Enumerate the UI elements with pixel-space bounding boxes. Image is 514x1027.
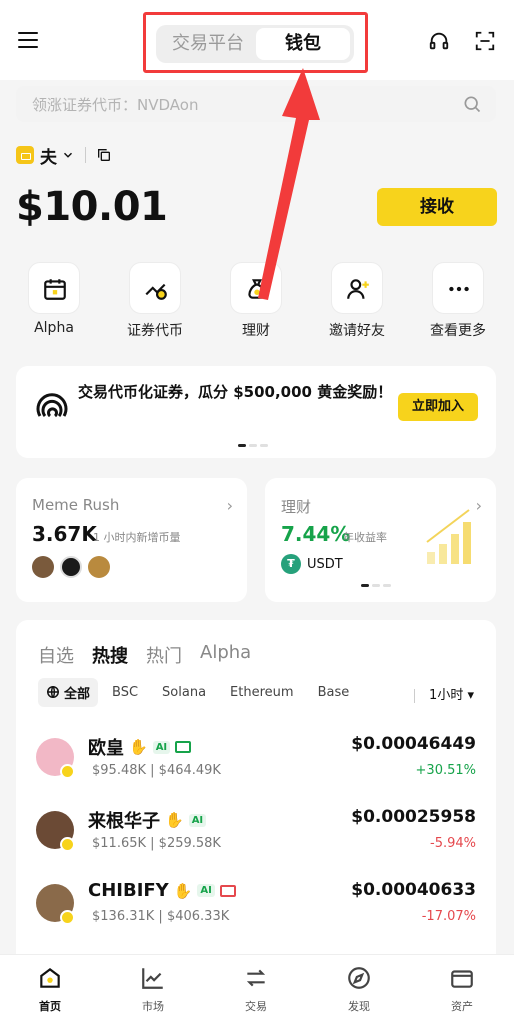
usdt-icon: ₮ — [281, 554, 301, 574]
quick-action-label: 邀请好友 — [329, 323, 385, 339]
promo-logo-icon — [36, 393, 68, 418]
token-mcap: $11.65K — [92, 836, 147, 851]
nav-label: 发现 — [348, 1000, 370, 1013]
chain-all[interactable]: 全部 — [38, 677, 99, 707]
ai-tag: AI — [197, 884, 215, 897]
nav-label: 首页 — [39, 1000, 61, 1013]
meme-rush-card[interactable]: Meme Rush › 3.67K 1 小时内新增币量 — [16, 478, 247, 602]
timeframe-value: 1小时 — [429, 688, 464, 703]
annotation-arrow — [258, 68, 320, 300]
nav-assets[interactable]: 资产 — [422, 965, 502, 1014]
earn-card[interactable]: 理财 › 7.44% 年收益率 ₮ USDT — [265, 478, 496, 602]
card-title: 理财 — [281, 498, 312, 516]
home-icon — [40, 967, 60, 988]
carousel-dots — [238, 444, 268, 447]
nav-home[interactable]: 首页 — [10, 965, 90, 1014]
token-row[interactable]: 欧皇 ✋ AI $95.48K | $464.49K $0.00046449 +30… — [16, 730, 496, 790]
card-value: 3.67K — [32, 522, 97, 546]
market-icon — [142, 968, 163, 989]
tab-favorites[interactable]: 自选 — [38, 642, 74, 668]
token-row[interactable]: 来根华子 ✋ AI $11.65K | $259.58K $0.00025958 -… — [16, 803, 496, 863]
wallet-icon — [451, 970, 473, 988]
hand-icon: ✋ — [165, 811, 184, 829]
chain-filter: 全部 BSC Solana Ethereum Base — [38, 677, 373, 707]
chevron-right-icon: › — [226, 496, 233, 515]
token-name: 欧皇 — [88, 738, 124, 759]
caret-down-icon: ▾ — [467, 688, 474, 703]
globe-icon — [47, 686, 59, 698]
token-row[interactable]: CHIBIFY ✋ AI $136.31K | $406.33K $0.000406… — [16, 876, 496, 936]
quick-action-label: 理财 — [242, 323, 270, 339]
tab-hot[interactable]: 热门 — [146, 642, 182, 668]
quick-action-label: Alpha — [34, 320, 74, 336]
carousel-dots — [361, 584, 391, 587]
quick-action-label: 查看更多 — [430, 323, 486, 339]
promo-banner[interactable]: 交易代币化证券，瓜分 $500,000 黄金奖励！ 立即加入 — [16, 366, 496, 458]
card-title: Meme Rush — [32, 496, 120, 514]
token-price: $0.00046449 — [351, 734, 476, 754]
chain-base[interactable]: Base — [318, 685, 350, 700]
timeframe-select[interactable]: 1小时 ▾ — [414, 684, 474, 703]
join-now-button[interactable]: 立即加入 — [398, 393, 478, 421]
card-subtitle: 年收益率 — [343, 531, 387, 544]
hand-icon: ✋ — [173, 881, 193, 900]
chain-ethereum[interactable]: Ethereum — [230, 685, 294, 700]
quick-action-label: 证券代币 — [127, 323, 183, 339]
nav-label: 资产 — [451, 1000, 473, 1013]
nav-discover[interactable]: 发现 — [319, 965, 399, 1014]
token-change: +30.51% — [415, 763, 476, 778]
trade-icon — [246, 969, 266, 987]
earn-token-name: USDT — [307, 556, 343, 572]
token-volume: $464.49K — [158, 763, 221, 778]
nav-market[interactable]: 市场 — [113, 965, 193, 1014]
token-mcap: $136.31K — [92, 909, 155, 924]
nav-trade[interactable]: 交易 — [216, 965, 296, 1014]
ai-tag: AI — [188, 813, 207, 827]
nav-label: 交易 — [245, 1000, 267, 1013]
bnb-badge-icon — [60, 910, 75, 925]
card-icon — [175, 741, 192, 753]
chain-bsc[interactable]: BSC — [112, 685, 138, 700]
nav-label: 市场 — [142, 1000, 164, 1013]
bottom-nav: 首页 市场 交易 发现 资产 — [0, 954, 514, 1027]
token-change: -5.94% — [430, 836, 476, 851]
card-subtitle: 1 小时内新增币量 — [93, 531, 181, 544]
token-price: $0.00025958 — [351, 807, 476, 827]
card-value: 7.44% — [281, 522, 351, 546]
tab-alpha[interactable]: Alpha — [200, 642, 251, 668]
token-price: $0.00040633 — [351, 880, 476, 900]
chain-solana[interactable]: Solana — [162, 685, 206, 700]
token-avatars — [32, 556, 110, 578]
ai-tag: AI — [152, 740, 171, 754]
token-avatar — [88, 556, 110, 578]
token-avatar — [60, 556, 82, 578]
bnb-badge-icon — [60, 764, 75, 779]
token-avatar — [32, 556, 54, 578]
bnb-badge-icon — [60, 837, 75, 852]
promo-text: 交易代币化证券，瓜分 $500,000 黄金奖励！ — [78, 383, 393, 401]
earn-token: ₮ USDT — [281, 554, 343, 574]
market-panel: 自选 热搜 热门 Alpha 全部 BSC Solana Ethereum Ba… — [16, 620, 496, 960]
hand-icon: ✋ — [129, 738, 148, 756]
token-name: 来根华子 — [88, 811, 160, 832]
token-volume: $259.58K — [158, 836, 221, 851]
discover-icon — [348, 967, 370, 989]
growth-bars-icon — [426, 509, 471, 564]
tab-trending[interactable]: 热搜 — [92, 642, 128, 668]
chain-all-label: 全部 — [64, 686, 91, 702]
token-mcap: $95.48K — [92, 763, 147, 778]
token-name: CHIBIFY — [88, 880, 169, 901]
token-change: -17.07% — [421, 909, 476, 924]
token-volume: $406.33K — [166, 909, 230, 924]
market-tabs: 自选 热搜 热门 Alpha — [38, 642, 251, 668]
card-icon — [219, 884, 236, 897]
